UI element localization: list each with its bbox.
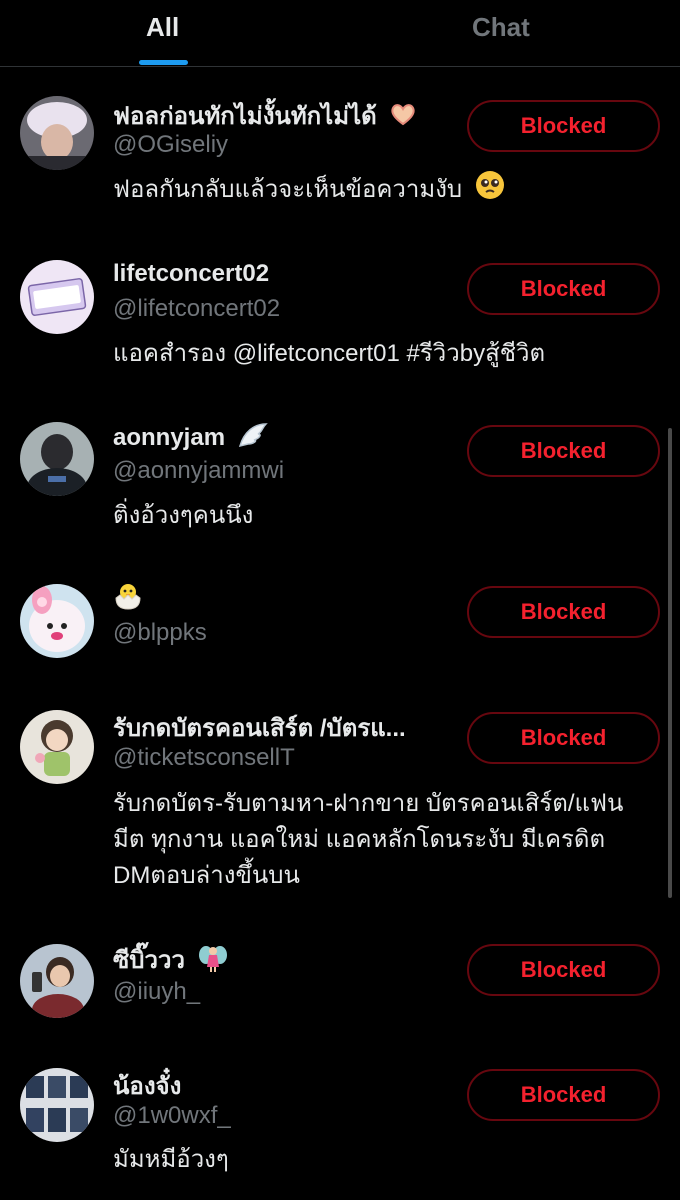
display-name-text: aonnyjam [113, 423, 226, 451]
list-item[interactable]: aonnyjam @aonnyjammwi ติ่งอ้วงๆคนนึง Blo… [0, 422, 680, 552]
user-handle: @1w0wxf_ [113, 1102, 231, 1129]
hatching-chick-icon [113, 582, 143, 617]
user-bio-text: ฟอลกันกลับแล้วจะเห็นข้อความงับ [113, 175, 463, 203]
blocked-button[interactable]: Blocked [467, 263, 660, 315]
user-bio: ติ่งอ้วงๆคนนึง [113, 502, 254, 529]
heart-hands-icon [389, 102, 417, 133]
active-tab-indicator [139, 60, 188, 65]
display-name: aonnyjam [113, 422, 268, 455]
avatar[interactable] [20, 1068, 94, 1142]
fairy-icon [198, 943, 228, 980]
avatar[interactable] [20, 422, 94, 496]
scrollbar[interactable] [668, 428, 672, 898]
avatar[interactable] [20, 584, 94, 658]
blocked-button[interactable]: Blocked [467, 712, 660, 764]
avatar[interactable] [20, 710, 94, 784]
display-name [113, 582, 143, 617]
user-bio: แอคสำรอง @lifetconcert01 #รีวิวbyสู้ชีวิ… [113, 340, 546, 367]
tab-bar: All Chat [0, 0, 680, 67]
user-bio: ฟอลกันกลับแล้วจะเห็นข้อความงับ [113, 170, 653, 211]
user-handle: @ticketsconsellT [113, 744, 295, 771]
user-bio: รับกดบัตร-รับตามหา-ฝากขาย บัตรคอนเสิร์ต/… [113, 790, 624, 889]
blocked-button[interactable]: Blocked [467, 1069, 660, 1121]
blocked-button[interactable]: Blocked [467, 586, 660, 638]
avatar[interactable] [20, 260, 94, 334]
display-name: ฟอลก่อนทักไม่งั้นทักไม่ได้ [113, 96, 417, 135]
user-handle: @iiuyh_ [113, 978, 201, 1005]
user-handle: @blppks [113, 619, 207, 646]
list-item[interactable]: @blppks Blocked [0, 582, 680, 682]
display-name: lifetconcert02 [113, 260, 270, 287]
list-item[interactable]: ฟอลก่อนทักไม่งั้นทักไม่ได้ @OGiseliy ฟอล… [0, 96, 680, 246]
tab-chat[interactable]: Chat [472, 12, 530, 43]
display-name-text: ซีบิ๊ววว [113, 947, 185, 974]
list-item[interactable]: lifetconcert02 @lifetconcert02 แอคสำรอง … [0, 260, 680, 390]
pleading-face-icon [475, 170, 505, 211]
list-item[interactable]: น้องจั๋ง @1w0wxf_ มัมหมีอ้วงๆ Blocked [0, 1066, 680, 1186]
list-item[interactable]: ซีบิ๊ววว @iiuyh_ Blocked [0, 940, 680, 1040]
blocked-button[interactable]: Blocked [467, 944, 660, 996]
wing-icon [238, 422, 268, 455]
blocked-button[interactable]: Blocked [467, 425, 660, 477]
blocked-button[interactable]: Blocked [467, 100, 660, 152]
avatar[interactable] [20, 944, 94, 1018]
display-name: ซีบิ๊ววว [113, 940, 228, 980]
avatar[interactable] [20, 96, 94, 170]
user-handle: @aonnyjammwi [113, 457, 285, 484]
user-handle: @OGiseliy [113, 131, 229, 158]
user-bio: มัมหมีอ้วงๆ [113, 1146, 229, 1173]
user-handle: @lifetconcert02 [113, 295, 281, 322]
list-item[interactable]: รับกดบัตรคอนเสิร์ต /บัตรแ... @ticketscon… [0, 708, 680, 908]
display-name-text: ฟอลก่อนทักไม่งั้นทักไม่ได้ [113, 103, 377, 130]
tab-all[interactable]: All [146, 12, 179, 43]
display-name: รับกดบัตรคอนเสิร์ต /บัตรแ... [113, 715, 406, 742]
display-name: น้องจั๋ง [113, 1073, 182, 1100]
